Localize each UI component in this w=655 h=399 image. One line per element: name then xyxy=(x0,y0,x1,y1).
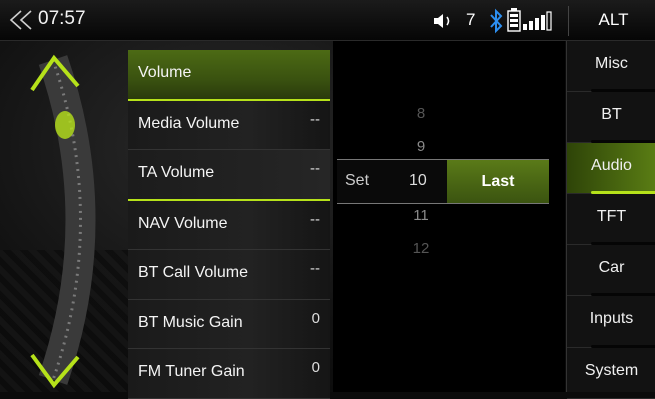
back-icon[interactable] xyxy=(8,9,34,31)
tab-label: Inputs xyxy=(589,310,634,328)
set-label: Set xyxy=(345,172,370,189)
menu-item-value: -- xyxy=(310,260,320,277)
signal-icon xyxy=(523,11,552,31)
menu-item-nav-volume[interactable]: NAV Volume -- xyxy=(128,200,330,250)
scroll-arc-icon[interactable] xyxy=(18,50,118,390)
menu-item-ta-volume[interactable]: TA Volume -- xyxy=(128,150,330,201)
menu-item-bt-music-gain[interactable]: BT Music Gain 0 xyxy=(128,299,330,349)
tab-bt[interactable]: BT xyxy=(567,92,655,144)
menu-item-label: TA Volume xyxy=(138,164,215,181)
divider xyxy=(568,6,569,36)
menu-item-value: -- xyxy=(310,160,320,177)
menu-item-bt-call-volume[interactable]: BT Call Volume -- xyxy=(128,250,330,300)
menu-item-label: BT Call Volume xyxy=(138,264,248,281)
tab-label: Misc xyxy=(595,55,628,72)
picker-option[interactable]: 11 xyxy=(408,207,434,224)
tab-label: Car xyxy=(598,259,625,277)
menu-item-value: 0 xyxy=(311,359,320,376)
menu-item-value: -- xyxy=(310,210,320,228)
tab-label: TFT xyxy=(596,208,627,226)
menu-item-label: Volume xyxy=(138,64,192,81)
alt-button[interactable]: ALT xyxy=(572,0,655,40)
speaker-icon xyxy=(434,14,450,28)
menu-item-value: 0 xyxy=(311,309,320,327)
last-button[interactable]: Last xyxy=(447,160,549,203)
status-bar: 07:57 7 ALT xyxy=(0,0,655,41)
clock: 07:57 xyxy=(38,8,86,29)
tab-system[interactable]: System xyxy=(567,348,655,399)
tab-label: BT xyxy=(601,106,622,124)
tab-label: Audio xyxy=(591,157,632,175)
tab-tft[interactable]: TFT xyxy=(567,194,655,246)
menu-item-label: BT Music Gain xyxy=(138,313,243,331)
tab-car[interactable]: Car xyxy=(567,245,655,297)
picker-option[interactable]: 12 xyxy=(408,240,434,257)
menu-item-value: -- xyxy=(310,110,320,128)
menu-item-volume[interactable]: Volume xyxy=(128,50,330,101)
menu-item-fm-tuner-gain[interactable]: FM Tuner Gain 0 xyxy=(128,349,330,399)
volume-level: 7 xyxy=(466,10,476,29)
tab-audio[interactable]: Audio xyxy=(567,143,655,195)
menu-item-media-volume[interactable]: Media Volume -- xyxy=(128,100,330,150)
settings-menu: Volume Media Volume -- TA Volume -- NAV … xyxy=(128,50,330,399)
menu-item-label: Media Volume xyxy=(138,114,240,132)
menu-item-label: NAV Volume xyxy=(138,214,228,232)
bluetooth-icon xyxy=(490,8,503,34)
picker-option[interactable]: 8 xyxy=(408,105,434,122)
tab-label: System xyxy=(584,361,639,379)
value-picker[interactable]: 8 9 Set 10 Last 11 12 xyxy=(333,41,565,392)
picker-selection: Set 10 Last xyxy=(337,159,549,204)
picker-option[interactable]: 9 xyxy=(408,138,434,155)
menu-item-label: FM Tuner Gain xyxy=(138,363,245,380)
tab-inputs[interactable]: Inputs xyxy=(567,296,655,348)
category-tabs: Misc BT Audio TFT Car Inputs System xyxy=(566,41,655,399)
battery-icon xyxy=(507,8,521,32)
tab-misc[interactable]: Misc xyxy=(567,41,655,93)
picker-current-value: 10 xyxy=(409,172,427,189)
